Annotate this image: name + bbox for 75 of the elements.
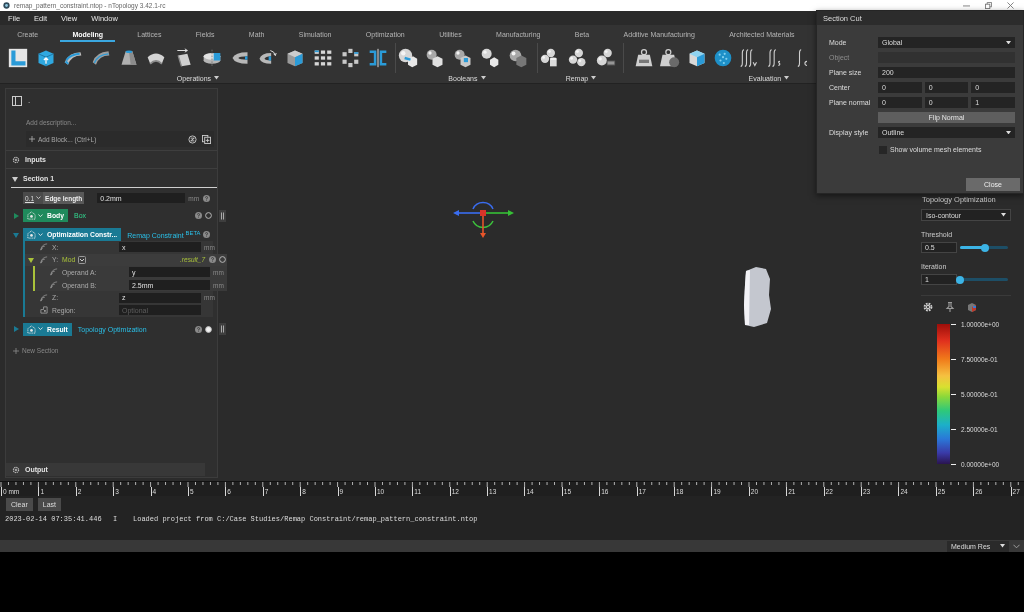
tick-mark [951,428,956,430]
region-icon [40,306,48,315]
sphere-icon[interactable] [712,48,733,68]
caret-icon [591,76,597,80]
help-icon[interactable] [195,212,202,219]
spheres-icon[interactable] [595,48,616,68]
slider-thumb[interactable] [956,275,964,284]
pin-icon[interactable] [945,302,955,312]
caret-icon [36,196,42,200]
scalar-input-icon [50,281,58,290]
l-bracket-icon[interactable] [8,48,28,68]
close-icon[interactable] [1007,2,1014,9]
caret-icon [1006,40,1011,45]
tick-mark [951,323,956,325]
triple-integral-icon[interactable] [739,48,760,68]
expand-triangle-icon[interactable] [28,256,34,263]
scalar-input-icon [40,243,48,252]
caret-icon [1001,213,1006,217]
block-node-icon [27,230,36,239]
caret-icon [214,76,220,80]
visibility-dot-icon[interactable] [219,256,226,264]
caret-icon [38,232,43,237]
visibility-dot-icon[interactable] [205,212,212,219]
sphere-cube-icon[interactable] [452,48,473,68]
gear-icon [12,155,20,164]
dropdown-caret-icon[interactable] [78,255,87,264]
disc-icon[interactable] [201,48,222,68]
caret-icon [1000,544,1005,548]
scalar-input-icon [40,255,48,264]
expand-triangle-icon[interactable] [12,175,18,182]
block-node-icon [27,324,36,334]
sync-icon[interactable] [188,134,197,144]
scalar-input-icon [40,293,48,302]
bracket-icon[interactable] [367,48,388,68]
part-model[interactable] [742,265,772,329]
spheres-icon[interactable] [539,48,560,68]
tick-mark [951,393,956,395]
visibility-dot-icon[interactable] [205,325,212,333]
block-node-icon [27,211,36,220]
caret-icon [38,327,43,331]
restore-icon[interactable] [985,2,992,9]
caret-icon [784,76,790,80]
duplicate-icon[interactable] [202,134,211,144]
tick-mark [951,463,956,465]
spheres-icon[interactable] [567,48,588,68]
drag-handle-icon[interactable] [219,323,226,336]
plus-icon [13,347,19,354]
gear-icon [12,465,20,474]
weight-sphere-icon[interactable] [660,48,681,68]
notebook-title: . [28,96,31,105]
caret-icon [1006,130,1011,135]
cube-arrow-icon[interactable] [35,48,56,68]
sidebar-icon[interactable] [12,95,22,106]
sphere-cube-icon[interactable] [397,48,418,68]
scalar-input-icon [50,268,58,277]
app-logo-icon [3,2,10,9]
weight-icon[interactable] [633,48,654,68]
help-icon[interactable] [203,194,210,202]
help-icon[interactable] [203,231,210,238]
drag-handle-icon[interactable] [219,209,226,222]
tick-mark [951,358,956,360]
cube-ring-icon[interactable] [340,48,361,68]
gear-icon[interactable] [923,302,933,312]
slider-thumb[interactable] [980,243,989,252]
help-icon[interactable] [195,325,202,333]
plus-icon [29,136,35,142]
chevron-icon[interactable] [1013,543,1020,549]
grid-icon[interactable] [312,48,333,68]
sphere-cube-icon[interactable] [507,48,528,68]
help-icon[interactable] [209,256,216,264]
sphere-cube-icon[interactable] [425,48,446,68]
caret-icon [480,76,486,80]
caret-icon [38,213,43,218]
slider-track[interactable] [960,246,1008,249]
sphere-cube-icon[interactable] [480,48,501,68]
